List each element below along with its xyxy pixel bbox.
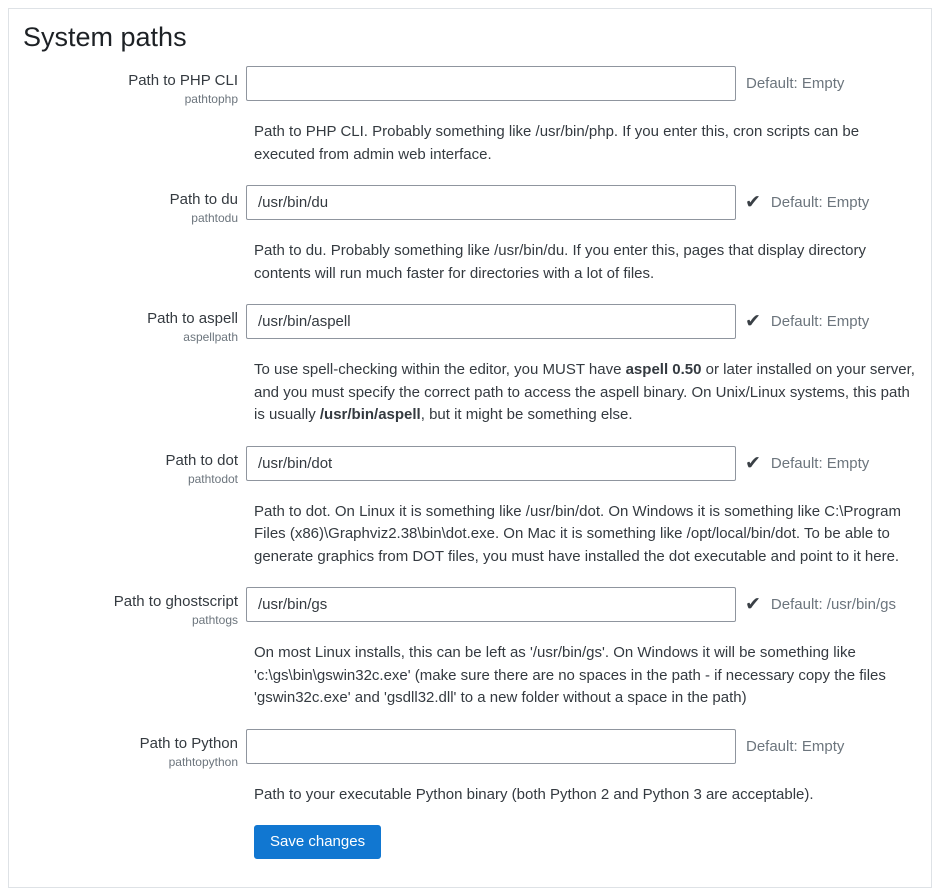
setting-shortname: pathtodu (23, 211, 238, 226)
setting-row: Path to ghostscript pathtogs ✔ Default: … (23, 587, 917, 710)
page-title: System paths (23, 22, 917, 53)
setting-description: Path to your executable Python binary (b… (254, 784, 920, 807)
check-icon: ✔ (745, 595, 761, 614)
setting-description: To use spell-checking within the editor,… (254, 359, 920, 427)
settings-page: System paths Path to PHP CLI pathtophp D… (8, 8, 932, 888)
setting-shortname: pathtogs (23, 613, 238, 628)
setting-row: Path to aspell aspellpath ✔ Default: Emp… (23, 304, 917, 427)
setting-input-pathtodot[interactable] (246, 446, 736, 481)
check-icon: ✔ (745, 454, 761, 473)
setting-description: Path to du. Probably something like /usr… (254, 240, 920, 285)
check-icon: ✔ (745, 193, 761, 212)
setting-control-column: ✔ Default: Empty (246, 185, 869, 220)
setting-control-column: ✔ Default: /usr/bin/gs (246, 587, 896, 622)
setting-control-column: ✔ Default: Empty (246, 446, 869, 481)
setting-description: Path to PHP CLI. Probably something like… (254, 121, 920, 166)
setting-input-pathtogs[interactable] (246, 587, 736, 622)
setting-label: Path to ghostscript (23, 592, 238, 611)
setting-label-column: Path to du pathtodu (23, 185, 246, 226)
setting-label-column: Path to aspell aspellpath (23, 304, 246, 345)
setting-label-column: Path to PHP CLI pathtophp (23, 66, 246, 107)
setting-shortname: pathtophp (23, 92, 238, 107)
setting-label: Path to Python (23, 734, 238, 753)
setting-label: Path to aspell (23, 309, 238, 328)
setting-row: Path to PHP CLI pathtophp Default: Empty… (23, 66, 917, 166)
setting-shortname: aspellpath (23, 330, 238, 345)
setting-label: Path to dot (23, 451, 238, 470)
setting-input-pathtopython[interactable] (246, 729, 736, 764)
system-paths-form: Path to PHP CLI pathtophp Default: Empty… (23, 66, 917, 806)
setting-row: Path to Python pathtopython Default: Emp… (23, 729, 917, 807)
setting-control-column: Default: Empty (246, 729, 844, 764)
setting-shortname: pathtodot (23, 472, 238, 487)
default-value: Default: Empty (771, 313, 869, 330)
setting-description: On most Linux installs, this can be left… (254, 642, 920, 710)
setting-label-column: Path to Python pathtopython (23, 729, 246, 770)
default-value: Default: Empty (771, 455, 869, 472)
save-changes-button[interactable]: Save changes (254, 825, 381, 859)
setting-input-pathtodu[interactable] (246, 185, 736, 220)
setting-row: Path to dot pathtodot ✔ Default: Empty P… (23, 446, 917, 569)
setting-label: Path to du (23, 190, 238, 209)
default-value: Default: Empty (771, 194, 869, 211)
setting-input-aspellpath[interactable] (246, 304, 736, 339)
setting-input-pathtophp[interactable] (246, 66, 736, 101)
setting-description: Path to dot. On Linux it is something li… (254, 501, 920, 569)
form-actions: Save changes (254, 825, 917, 859)
setting-label: Path to PHP CLI (23, 71, 238, 90)
setting-row: Path to du pathtodu ✔ Default: Empty Pat… (23, 185, 917, 285)
check-icon: ✔ (745, 312, 761, 331)
setting-control-column: Default: Empty (246, 66, 844, 101)
setting-control-column: ✔ Default: Empty (246, 304, 869, 339)
default-value: Default: Empty (746, 738, 844, 755)
default-value: Default: /usr/bin/gs (771, 596, 896, 613)
default-value: Default: Empty (746, 75, 844, 92)
setting-label-column: Path to ghostscript pathtogs (23, 587, 246, 628)
setting-shortname: pathtopython (23, 755, 238, 770)
setting-label-column: Path to dot pathtodot (23, 446, 246, 487)
